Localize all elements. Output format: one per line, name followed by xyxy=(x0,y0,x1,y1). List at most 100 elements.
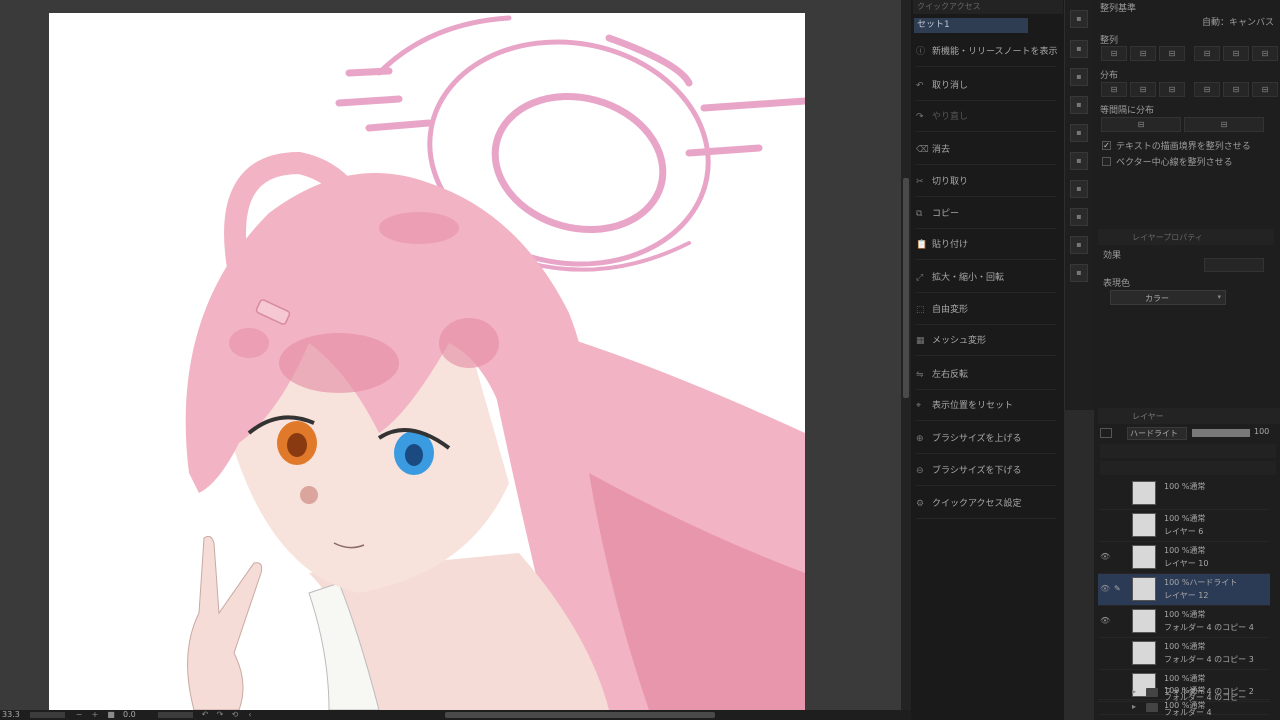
collapse-icon[interactable]: ‹ xyxy=(246,711,254,719)
layer-row[interactable]: 👁 ✎ 100 %ハードライト レイヤー 12 xyxy=(1098,574,1270,606)
canvas-vertical-scroll-thumb[interactable] xyxy=(903,178,909,398)
effect-buttons[interactable] xyxy=(1204,258,1264,272)
quick-access-item[interactable]: ↷ やり直し xyxy=(916,103,1056,132)
effect-label: 効果 xyxy=(1103,251,1122,261)
layer-mask-icon[interactable] xyxy=(1100,428,1112,438)
layer-row[interactable]: ▸ 100 %通常 フォルダー 4 のコピー xyxy=(1098,685,1270,702)
zoom-slider[interactable] xyxy=(30,712,65,718)
quick-access-item-label: メッシュ変形 xyxy=(932,336,987,346)
quick-access-item[interactable]: ⤢ 拡大・縮小・回転 xyxy=(916,264,1056,293)
layer-name: レイヤー 12 xyxy=(1164,591,1209,600)
align-button-1[interactable]: ⊟ xyxy=(1101,46,1127,61)
quick-access-item[interactable]: 📋 貼り付け xyxy=(916,231,1056,260)
layer-blend-info: 100 %ハードライト xyxy=(1164,578,1238,587)
canvas-paper[interactable] xyxy=(49,13,805,710)
rotation-value[interactable]: 0.0 xyxy=(123,710,136,720)
layer-blend-info: 100 %通常 xyxy=(1164,514,1206,523)
distribute-button-1[interactable]: ⊟ xyxy=(1101,82,1127,97)
rotate-left-icon[interactable]: ↶ xyxy=(201,711,209,719)
quick-access-item[interactable]: ▦ メッシュ変形 xyxy=(916,327,1056,356)
free-transform-icon: ⬚ xyxy=(916,304,925,315)
zoom-value[interactable]: 33.3 xyxy=(2,710,20,720)
brush-size-icon[interactable]: ▪ xyxy=(1070,264,1088,282)
sub-view-icon[interactable]: ▪ xyxy=(1070,40,1088,58)
distribute-equal-button-2[interactable]: ⊟ xyxy=(1184,117,1264,132)
align-reference-value[interactable]: 自動：キャンバス xyxy=(1202,15,1274,28)
text-bounds-label: テキストの描画境界を整列させる xyxy=(1116,142,1251,152)
color-slider-icon[interactable]: ▪ xyxy=(1070,96,1088,114)
reset-rotation-icon[interactable]: ⟲ xyxy=(231,711,239,719)
quick-access-item[interactable]: ↶ 取り消し xyxy=(916,72,1056,101)
layer-property-header: レイヤープロパティ xyxy=(1098,229,1274,245)
expand-arrow-icon[interactable]: ▸ xyxy=(1132,687,1136,696)
layer-thumbnail xyxy=(1132,481,1156,505)
undo-icon: ↶ xyxy=(916,80,924,91)
quick-access-item[interactable]: ⌫ 消去 xyxy=(916,136,1056,165)
quick-access-item[interactable]: ⚙ クイックアクセス設定 xyxy=(916,490,1056,519)
canvas-horizontal-scroll-thumb[interactable] xyxy=(445,712,715,718)
tab-set1[interactable]: セット1 xyxy=(914,18,1028,33)
layer-name: レイヤー 6 xyxy=(1164,527,1204,536)
canvas-artwork xyxy=(185,15,805,710)
align-button-3[interactable]: ⊟ xyxy=(1159,46,1185,61)
layer-row[interactable]: 100 %通常 レイヤー 6 xyxy=(1098,510,1270,542)
vector-center-checkbox[interactable] xyxy=(1102,157,1111,166)
expand-arrow-icon[interactable]: ▸ xyxy=(1132,702,1136,711)
opacity-value[interactable]: 100 xyxy=(1254,427,1269,436)
reset-view-icon: ⌖ xyxy=(916,400,922,411)
quick-access-item[interactable]: ⊖ ブラシサイズを下げる xyxy=(916,457,1056,486)
align-button-4[interactable]: ⊟ xyxy=(1194,46,1220,61)
layer-name: フォルダー 4 xyxy=(1164,708,1212,717)
quick-access-item[interactable]: ⓘ 新機能・リリースノートを表示 xyxy=(916,38,1058,67)
color-set-icon[interactable]: ▪ xyxy=(1070,124,1088,142)
expression-color-select[interactable]: カラー ▾ xyxy=(1110,290,1226,305)
align-reference-label: 整列基準 xyxy=(1100,4,1137,14)
layer-row[interactable]: 100 %通常 xyxy=(1098,478,1270,510)
quick-access-item[interactable]: ⊕ ブラシサイズを上げる xyxy=(916,425,1056,454)
color-wheel-icon[interactable]: ▪ xyxy=(1070,68,1088,86)
distribute-button-5[interactable]: ⊟ xyxy=(1223,82,1249,97)
eye-icon[interactable]: 👁 xyxy=(1100,616,1110,626)
distribute-button-4[interactable]: ⊟ xyxy=(1194,82,1220,97)
redo-icon: ↷ xyxy=(916,111,924,122)
rotate-right-icon[interactable]: ↷ xyxy=(216,711,224,719)
intermediate-color-icon[interactable]: ▪ xyxy=(1070,152,1088,170)
color-history-icon[interactable]: ▪ xyxy=(1070,208,1088,226)
navigator-icon[interactable]: ▪ xyxy=(1070,10,1088,28)
quick-access-item-label: 消去 xyxy=(932,145,951,155)
tool-property-icon[interactable]: ▪ xyxy=(1070,236,1088,254)
align-section-label: 整列 xyxy=(1100,36,1119,46)
approximate-color-icon[interactable]: ▪ xyxy=(1070,180,1088,198)
distribute-equal-button-1[interactable]: ⊟ xyxy=(1101,117,1181,132)
layer-row[interactable]: 100 %通常 フォルダー 4 のコピー 3 xyxy=(1098,638,1270,670)
align-button-6[interactable]: ⊟ xyxy=(1252,46,1278,61)
layer-row[interactable]: 👁 100 %通常 フォルダー 4 のコピー 4 xyxy=(1098,606,1270,638)
layer-thumbnail xyxy=(1132,545,1156,569)
rotation-slider[interactable] xyxy=(158,712,193,718)
text-bounds-checkbox[interactable]: ✓ xyxy=(1102,141,1111,150)
eye-icon[interactable]: 👁 xyxy=(1100,584,1110,594)
quick-access-item[interactable]: ⌖ 表示位置をリセット xyxy=(916,392,1056,421)
quick-access-item[interactable]: ⇋ 左右反転 xyxy=(916,361,1056,390)
align-button-2[interactable]: ⊟ xyxy=(1130,46,1156,61)
distribute-button-6[interactable]: ⊟ xyxy=(1252,82,1278,97)
vector-center-label: ベクター中心線を整列させる xyxy=(1116,158,1233,168)
quick-access-item[interactable]: ⬚ 自由変形 xyxy=(916,296,1056,325)
zoom-out-icon[interactable]: − xyxy=(75,711,83,719)
distribute-button-2[interactable]: ⊟ xyxy=(1130,82,1156,97)
distribute-button-3[interactable]: ⊟ xyxy=(1159,82,1185,97)
quick-access-item-label: クイックアクセス設定 xyxy=(932,499,1022,509)
info-icon: ⓘ xyxy=(916,46,926,57)
align-button-5[interactable]: ⊟ xyxy=(1223,46,1249,61)
quick-access-item[interactable]: ⧉ コピー xyxy=(916,200,1056,229)
layer-row[interactable]: ▸ 100 %通常 フォルダー 4 xyxy=(1098,700,1270,717)
layer-blend-info: 100 %通常 xyxy=(1164,610,1206,619)
blend-mode-select[interactable]: ハードライト xyxy=(1127,427,1187,440)
fit-icon[interactable]: ■ xyxy=(107,711,115,719)
flip-icon: ⇋ xyxy=(916,369,924,380)
layer-row[interactable]: 👁 100 %通常 レイヤー 10 xyxy=(1098,542,1270,574)
quick-access-item[interactable]: ✂ 切り取り xyxy=(916,168,1056,197)
eye-icon[interactable]: 👁 xyxy=(1100,552,1110,562)
copy-icon: ⧉ xyxy=(916,208,923,219)
zoom-in-icon[interactable]: + xyxy=(91,711,99,719)
